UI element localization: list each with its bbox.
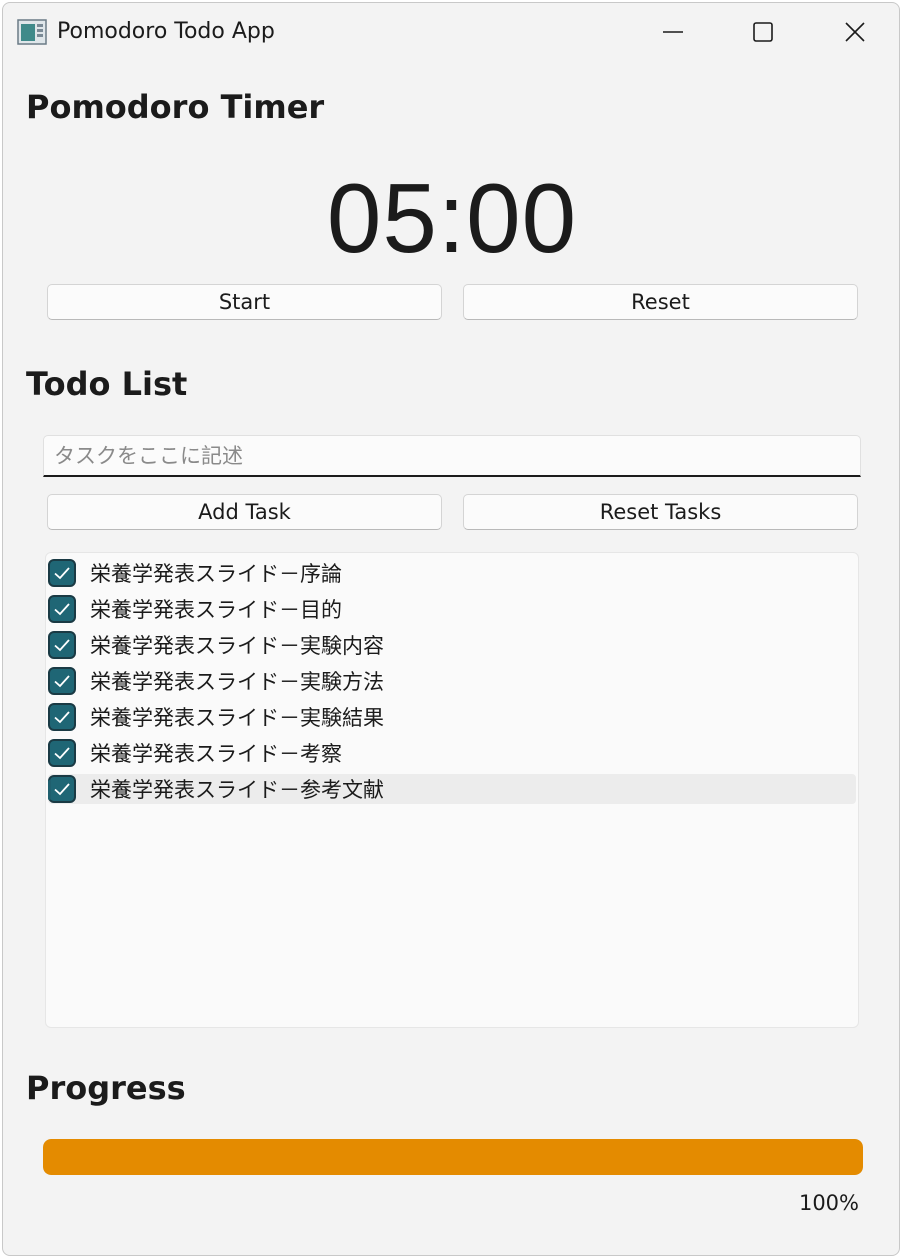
minimize-icon	[663, 31, 683, 33]
progress-heading: Progress	[26, 1069, 186, 1107]
checkmark-icon	[54, 567, 70, 580]
list-item[interactable]: 栄養学発表スライド－実験方法	[48, 666, 856, 696]
app-window: Pomodoro Todo App Pomodoro Timer 05:00 S…	[2, 2, 900, 1256]
task-label: 栄養学発表スライド－実験方法	[90, 670, 384, 694]
task-label: 栄養学発表スライド－実験内容	[90, 634, 384, 658]
todo-heading: Todo List	[26, 365, 188, 403]
task-checkbox[interactable]	[48, 595, 76, 623]
add-task-button[interactable]: Add Task	[47, 494, 442, 530]
task-checkbox[interactable]	[48, 559, 76, 587]
timer-heading: Pomodoro Timer	[26, 88, 325, 126]
task-list[interactable]: 栄養学発表スライド－序論 栄養学発表スライド－目的 栄養学発表スライド－実験内容…	[45, 552, 859, 1028]
close-icon	[845, 22, 865, 42]
progress-fill	[43, 1139, 863, 1175]
list-item[interactable]: 栄養学発表スライド－実験内容	[48, 630, 856, 660]
minimize-button[interactable]	[643, 11, 703, 53]
task-checkbox[interactable]	[48, 775, 76, 803]
task-checkbox[interactable]	[48, 631, 76, 659]
task-checkbox[interactable]	[48, 739, 76, 767]
checkmark-icon	[54, 783, 70, 796]
timer-display: 05:00	[326, 163, 578, 273]
task-checkbox[interactable]	[48, 667, 76, 695]
list-item[interactable]: 栄養学発表スライド－実験結果	[48, 702, 856, 732]
close-button[interactable]	[825, 11, 885, 53]
reset-tasks-button[interactable]: Reset Tasks	[463, 494, 858, 530]
task-label: 栄養学発表スライド－目的	[90, 598, 342, 622]
app-window-icon	[17, 19, 47, 45]
list-item[interactable]: 栄養学発表スライド－考察	[48, 738, 856, 768]
checkmark-icon	[54, 747, 70, 760]
checkmark-icon	[54, 711, 70, 724]
task-label: 栄養学発表スライド－序論	[90, 562, 342, 586]
progress-bar	[43, 1139, 863, 1175]
checkmark-icon	[54, 675, 70, 688]
task-input[interactable]	[43, 435, 861, 477]
list-item[interactable]: 栄養学発表スライド－目的	[48, 594, 856, 624]
task-label: 栄養学発表スライド－参考文献	[90, 778, 384, 802]
checkmark-icon	[54, 639, 70, 652]
reset-button[interactable]: Reset	[463, 284, 858, 320]
list-item-selected[interactable]: 栄養学発表スライド－参考文献	[48, 774, 856, 804]
title-bar[interactable]: Pomodoro Todo App	[3, 3, 899, 61]
list-item[interactable]: 栄養学発表スライド－序論	[48, 558, 856, 588]
checkmark-icon	[54, 603, 70, 616]
start-button[interactable]: Start	[47, 284, 442, 320]
task-checkbox[interactable]	[48, 703, 76, 731]
progress-percent: 100%	[798, 1191, 859, 1215]
task-label: 栄養学発表スライド－実験結果	[90, 706, 384, 730]
maximize-button[interactable]	[733, 11, 793, 53]
maximize-icon	[753, 22, 773, 42]
task-label: 栄養学発表スライド－考察	[90, 742, 342, 766]
window-title: Pomodoro Todo App	[57, 19, 275, 44]
